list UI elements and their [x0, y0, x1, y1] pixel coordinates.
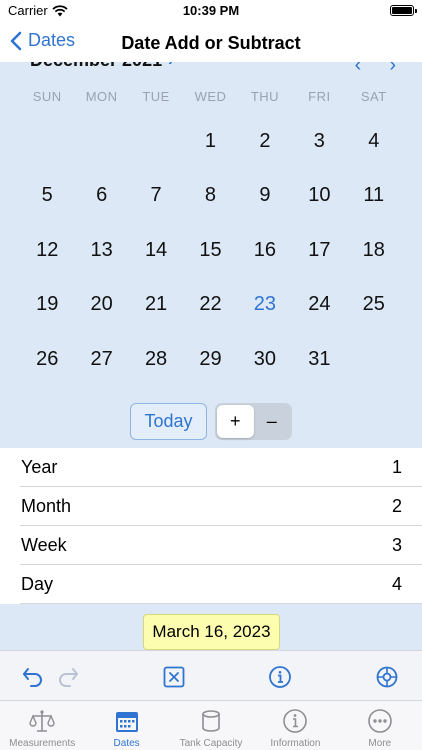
battery-icon — [390, 5, 417, 16]
day-cell[interactable]: 11 — [347, 169, 401, 224]
day-cell[interactable]: 16 — [238, 223, 292, 278]
undo-icon[interactable] — [21, 665, 45, 689]
day-cell[interactable]: 3 — [292, 114, 346, 169]
field-label: Year — [21, 457, 58, 477]
today-button[interactable]: Today — [130, 403, 207, 440]
day-cell[interactable]: 22 — [183, 278, 237, 333]
previous-month-button[interactable]: ‹ — [355, 62, 362, 77]
field-row-year[interactable]: Year 1 — [0, 448, 422, 487]
day-cell[interactable]: 18 — [347, 223, 401, 278]
day-cell[interactable]: 9 — [238, 169, 292, 224]
field-row-month[interactable]: Month 2 — [0, 487, 422, 526]
month-label: December 2021 — [30, 62, 162, 71]
weekday-header: SUN MON TUE WED THU FRI SAT — [20, 89, 401, 104]
tab-tank-capacity[interactable]: Tank Capacity — [169, 701, 253, 750]
tab-label: Information — [270, 738, 321, 749]
day-cell[interactable]: 27 — [74, 332, 128, 387]
day-cell[interactable]: 20 — [74, 278, 128, 333]
tab-label: Dates — [113, 738, 140, 749]
navigation-bar: Dates Date Add or Subtract — [0, 26, 422, 62]
next-month-button[interactable]: › — [389, 62, 396, 77]
weekday-label: SAT — [360, 89, 387, 104]
day-cell[interactable]: 6 — [74, 169, 128, 224]
empty-day-cell — [20, 114, 74, 169]
field-label: Month — [21, 496, 72, 516]
tab-label: More — [368, 738, 392, 749]
tab-dates[interactable]: Dates — [84, 701, 168, 750]
field-row-day[interactable]: Day 4 — [0, 565, 422, 604]
day-cell[interactable]: 13 — [74, 223, 128, 278]
day-cell[interactable]: 28 — [129, 332, 183, 387]
day-cell[interactable]: 30 — [238, 332, 292, 387]
settings-icon[interactable] — [375, 665, 399, 689]
day-cell[interactable]: 23 — [238, 278, 292, 333]
field-value: 1 — [391, 457, 402, 477]
calendar: December 2021 › ‹ › SUN MON TUE WED THU FRI SA… — [0, 62, 422, 448]
tab-label: Measurements — [9, 738, 76, 749]
day-cell[interactable]: 19 — [20, 278, 74, 333]
field-value: 3 — [391, 535, 402, 555]
status-bar: Carrier 10:39 PM — [0, 0, 422, 24]
weekday-label: WED — [194, 89, 227, 104]
field-label: Week — [21, 535, 67, 555]
field-row-week[interactable]: Week 3 — [0, 526, 422, 565]
weekday-label: SUN — [32, 89, 62, 104]
field-label: Day — [21, 574, 54, 594]
empty-day-cell — [74, 114, 128, 169]
field-value: 4 — [391, 574, 402, 594]
subtract-segment[interactable]: – — [254, 405, 291, 438]
day-cell[interactable]: 5 — [20, 169, 74, 224]
day-cell[interactable]: 8 — [183, 169, 237, 224]
tab-more[interactable]: More — [338, 701, 422, 750]
weekday-label: FRI — [308, 89, 331, 104]
status-time: 10:39 PM — [182, 3, 240, 18]
month-navigation: ‹ › — [355, 62, 396, 77]
day-cell[interactable]: 17 — [292, 223, 346, 278]
field-value: 2 — [391, 496, 402, 516]
toolbar — [0, 650, 422, 700]
result-area: March 16, 2023 — [0, 604, 422, 650]
day-cell[interactable]: 21 — [129, 278, 183, 333]
scale-icon — [29, 710, 55, 732]
day-cell[interactable]: 24 — [292, 278, 346, 333]
weekday-label: TUE — [142, 89, 170, 104]
redo-icon[interactable] — [56, 665, 80, 689]
weekday-label: THU — [250, 89, 280, 104]
calendar-icon — [115, 712, 138, 732]
month-selector[interactable]: December 2021 › — [30, 62, 173, 71]
duration-fields: Year 1 Month 2 Week 3 Day 4 — [0, 448, 422, 604]
day-cell[interactable]: 2 — [238, 114, 292, 169]
cylinder-icon — [202, 710, 220, 732]
tab-measurements[interactable]: Measurements — [0, 701, 84, 750]
page-title: Date Add or Subtract — [121, 33, 301, 53]
day-cell[interactable]: 15 — [183, 223, 237, 278]
info-icon[interactable] — [268, 665, 292, 689]
day-cell[interactable]: 31 — [292, 332, 346, 387]
day-cell[interactable]: 29 — [183, 332, 237, 387]
result-date: March 16, 2023 — [143, 614, 280, 650]
empty-day-cell — [129, 114, 183, 169]
clear-icon[interactable] — [162, 665, 186, 689]
day-cell[interactable]: 14 — [129, 223, 183, 278]
weekday-label: MON — [85, 89, 118, 104]
info-icon — [283, 709, 308, 733]
day-cell[interactable]: 26 — [20, 332, 74, 387]
tab-information[interactable]: Information — [253, 701, 337, 750]
day-cell[interactable]: 12 — [20, 223, 74, 278]
day-cell[interactable]: 10 — [292, 169, 346, 224]
day-cell[interactable]: 1 — [183, 114, 237, 169]
tab-label: Tank Capacity — [179, 738, 243, 749]
tab-bar: Measurements Dates Tank Capacity Informatio… — [0, 700, 422, 750]
day-cell[interactable]: 25 — [347, 278, 401, 333]
add-segment[interactable]: + — [217, 405, 254, 438]
more-icon — [368, 709, 392, 733]
day-grid: 1 2 3 4 5 6 7 8 9 10 11 12 13 14 15 16 17 18 19 20 21 22 23 24 2… — [20, 114, 401, 387]
chevron-right-icon: › — [168, 62, 173, 70]
day-cell[interactable]: 7 — [129, 169, 183, 224]
day-cell[interactable]: 4 — [347, 114, 401, 169]
add-subtract-toggle: + – — [215, 403, 292, 440]
